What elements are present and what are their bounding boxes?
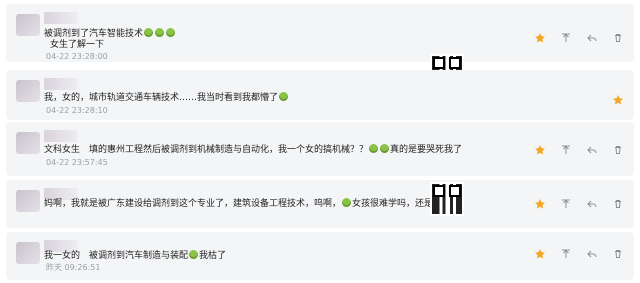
star-icon[interactable]	[534, 198, 546, 210]
emoji-icon	[155, 28, 165, 37]
avatar[interactable]	[16, 242, 40, 264]
qr-code-image	[430, 182, 464, 216]
comment-text-extra: 女生了解一下	[50, 40, 105, 50]
avatar[interactable]	[16, 14, 40, 36]
comment-feed: 被调剂到了汽车智能技术 女生了解一下 04-22 23:28:00 我，女的，城…	[0, 0, 640, 283]
timestamp: 昨天 09:26:51	[46, 263, 101, 272]
timestamp: 04-22 23:28:10	[46, 106, 108, 115]
username[interactable]	[44, 12, 78, 24]
delete-icon[interactable]	[612, 32, 624, 44]
comment-actions	[612, 94, 624, 106]
comment-actions	[534, 198, 624, 210]
comment-card: 文科女生 填的惠州工程然后被调剂到机械制造与自动化，我一个女的搞机械？？ 真的是要…	[6, 122, 634, 176]
avatar[interactable]	[16, 80, 40, 102]
star-icon[interactable]	[612, 94, 624, 106]
comment-card: 我，女的，城市轨道交通车辆技术……我当时看到我都懵了 04-22 23:28:1…	[6, 70, 634, 120]
comment-text: 我，女的，城市轨道交通车辆技术……我当时看到我都懵了	[44, 92, 289, 104]
delete-icon[interactable]	[612, 144, 624, 156]
delete-icon[interactable]	[612, 248, 624, 260]
emoji-icon	[166, 28, 176, 37]
star-icon[interactable]	[534, 248, 546, 260]
emoji-icon	[342, 198, 352, 207]
comment-text: 妈啊，我就是被广东建设给调剂到这个专业了，建筑设备工程技术，呜啊， 女孩很难学吗，…	[44, 198, 434, 209]
comment-actions	[534, 248, 624, 260]
reply-icon[interactable]	[586, 248, 598, 260]
comment-text: 文科女生 填的惠州工程然后被调剂到机械制造与自动化，我一个女的搞机械？？ 真的是要…	[44, 144, 463, 155]
emoji-icon	[189, 250, 199, 259]
star-icon[interactable]	[534, 32, 546, 44]
emoji-icon	[279, 92, 289, 101]
emoji-icon	[144, 28, 154, 37]
pin-icon[interactable]	[560, 144, 572, 156]
pin-icon[interactable]	[560, 248, 572, 260]
emoji-icon	[380, 144, 390, 153]
comment-card: 妈啊，我就是被广东建设给调剂到这个专业了，建筑设备工程技术，呜啊， 女孩很难学吗，…	[6, 180, 634, 228]
username[interactable]	[44, 130, 78, 142]
star-icon[interactable]	[534, 144, 546, 156]
timestamp: 04-22 23:28:00	[46, 52, 108, 61]
username[interactable]	[44, 78, 78, 90]
comment-actions	[534, 32, 624, 44]
pin-icon[interactable]	[560, 198, 572, 210]
reply-icon[interactable]	[586, 198, 598, 210]
comment-card: 我一女的 被调剂到汽车制造与装配 我枯了 昨天 09:26:51	[6, 232, 634, 280]
pin-icon[interactable]	[560, 32, 572, 44]
timestamp: 04-22 23:57:45	[46, 158, 108, 167]
reply-icon[interactable]	[586, 144, 598, 156]
avatar[interactable]	[16, 132, 40, 154]
avatar[interactable]	[16, 190, 40, 212]
delete-icon[interactable]	[612, 198, 624, 210]
reply-icon[interactable]	[586, 32, 598, 44]
emoji-icon	[369, 144, 379, 153]
comment-card: 被调剂到了汽车智能技术 女生了解一下 04-22 23:28:00	[6, 4, 634, 62]
comment-actions	[534, 144, 624, 156]
comment-text: 我一女的 被调剂到汽车制造与装配 我枯了	[44, 250, 227, 261]
